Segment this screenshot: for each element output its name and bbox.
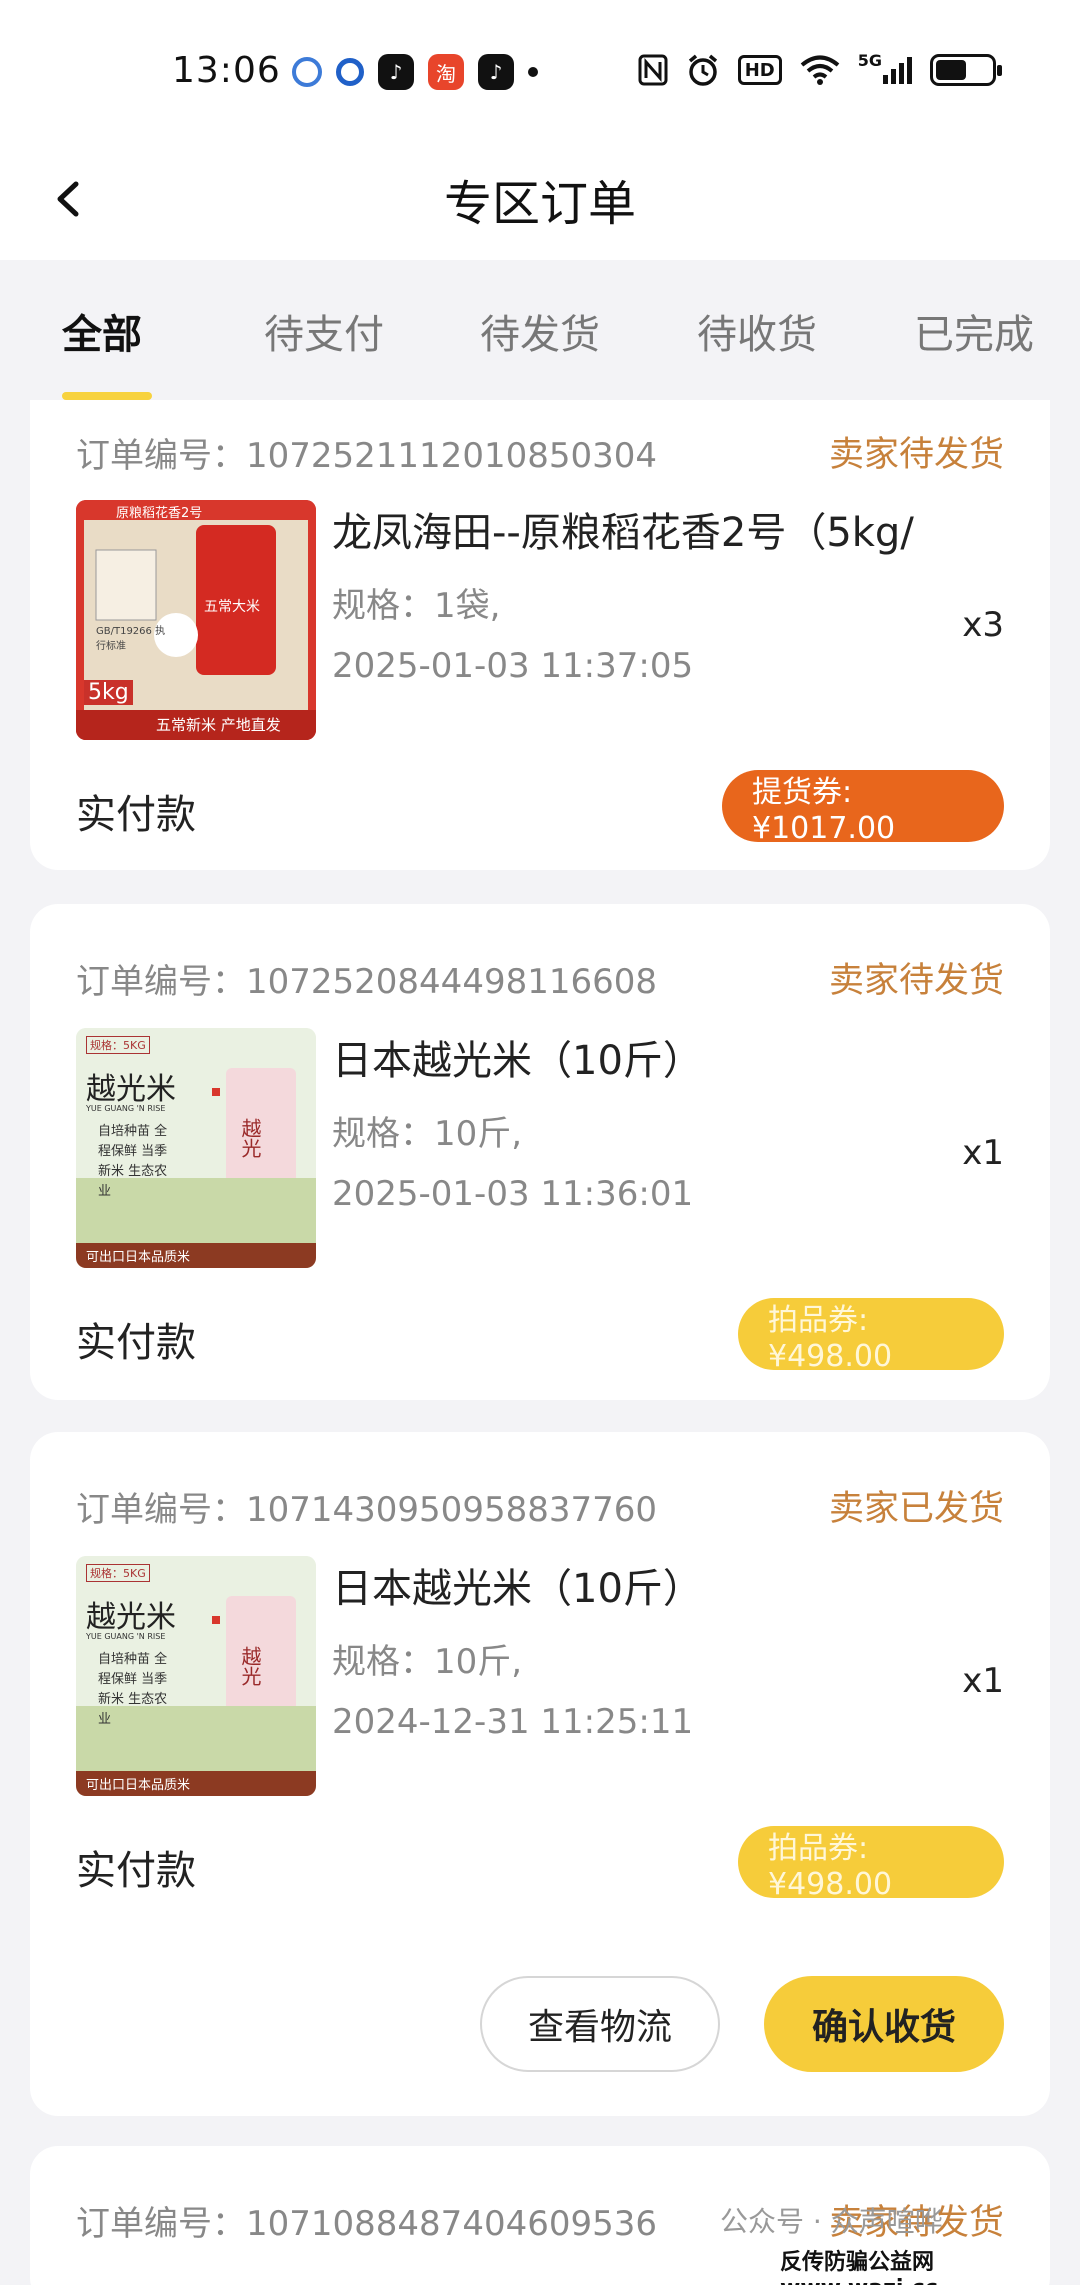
watermark-text: 公众号 · 众声喧哗	[720, 2205, 943, 2238]
product-thumbnail[interactable]: 规格：5KG 越光米 YUE GUANG 'N RISE 自培种苗 全程保鲜 当…	[76, 1028, 316, 1268]
tab-completed[interactable]: 已完成	[914, 302, 1034, 360]
circle-app-icon	[292, 57, 322, 87]
product-thumbnail[interactable]: 原粮稻花香2号 五常大米 GB/T19266 执行标准 5kg 五常新米 产地直…	[76, 500, 316, 740]
order-card[interactable]: 订单编号：1072520844498116608 卖家待发货 规格：5KG 越光…	[30, 904, 1050, 1400]
order-card[interactable]: 订单编号：1072521112010850304 卖家待发货 原粮稻花香2号 五…	[30, 400, 1050, 870]
wifi-icon	[800, 52, 840, 88]
watermark-site: 反传防骗公益网 www.wazi.cc	[780, 2250, 938, 2285]
order-status: 卖家待发货	[828, 435, 1004, 475]
tab-all[interactable]: 全部	[62, 302, 142, 360]
order-tabs: 全部 待支付 待发货 待收货 已完成	[0, 262, 1080, 402]
product-thumbnail[interactable]: 规格：5KG 越光米 YUE GUANG 'N RISE 自培种苗 全程保鲜 当…	[76, 1556, 316, 1796]
nav-bar: 专区订单	[0, 140, 1080, 260]
battery-icon	[930, 54, 1002, 86]
signal-5g-icon: 5G	[858, 51, 912, 88]
product-spec: 规格：1袋,	[332, 586, 501, 626]
page-title: 专区订单	[443, 176, 636, 232]
order-card[interactable]: 订单编号：1071430950958837760 卖家已发货 规格：5KG 越光…	[30, 1432, 1050, 2116]
paid-label: 实付款	[76, 1848, 196, 1894]
taobao-icon: 淘	[428, 54, 464, 90]
price-badge: 提货券:¥1017.00	[722, 770, 1004, 846]
tiktok-mall-icon: ♪	[478, 54, 514, 90]
tiktok-icon: ♪	[378, 54, 414, 90]
product-quantity: x1	[962, 1133, 1004, 1173]
hd-icon: HD	[737, 55, 782, 85]
product-quantity: x3	[962, 605, 1004, 645]
ring-app-icon	[336, 58, 364, 86]
active-tab-indicator	[62, 392, 152, 400]
order-time: 2025-01-03 11:37:05	[332, 646, 694, 686]
order-time: 2025-01-03 11:36:01	[332, 1174, 694, 1214]
order-status: 卖家待发货	[828, 961, 1004, 1001]
order-time: 2024-12-31 11:25:11	[332, 1702, 694, 1742]
order-number: 订单编号：1072520844498116608	[76, 962, 658, 1002]
view-logistics-button[interactable]: 查看物流	[480, 1976, 720, 2072]
order-number: 订单编号：1071088487404609536	[76, 2204, 658, 2244]
status-app-icons: ♪ 淘 ♪	[292, 54, 538, 90]
battery-level	[936, 60, 966, 80]
confirm-receipt-button[interactable]: 确认收货	[764, 1976, 1004, 2072]
product-name: 日本越光米（10斤）	[332, 1038, 703, 1084]
tab-pending-payment[interactable]: 待支付	[264, 302, 384, 360]
product-spec: 规格：10斤,	[332, 1642, 523, 1682]
tab-pending-shipment[interactable]: 待发货	[480, 302, 600, 360]
tab-pending-receipt[interactable]: 待收货	[697, 302, 817, 360]
order-number: 订单编号：1071430950958837760	[76, 1490, 658, 1530]
more-notifications-icon	[528, 67, 538, 77]
status-right-icons: HD 5G	[638, 51, 1002, 88]
paid-label: 实付款	[76, 1320, 196, 1366]
paid-label: 实付款	[76, 792, 196, 838]
product-name: 日本越光米（10斤）	[332, 1566, 703, 1612]
product-name: 龙凤海田--原粮稻花香2号（5kg/	[332, 510, 914, 556]
price-badge: 拍品券:¥498.00	[738, 1826, 1004, 1902]
alarm-icon	[686, 52, 720, 88]
order-status: 卖家已发货	[828, 1489, 1004, 1529]
price-badge: 拍品券:¥498.00	[738, 1298, 1004, 1374]
nfc-icon	[638, 52, 668, 88]
status-time: 13:06	[172, 50, 281, 91]
product-spec: 规格：10斤,	[332, 1114, 523, 1154]
status-bar: 13:06 ♪ 淘 ♪ HD 5G	[0, 0, 1080, 140]
order-number: 订单编号：1072521112010850304	[76, 436, 658, 476]
product-quantity: x1	[962, 1661, 1004, 1701]
